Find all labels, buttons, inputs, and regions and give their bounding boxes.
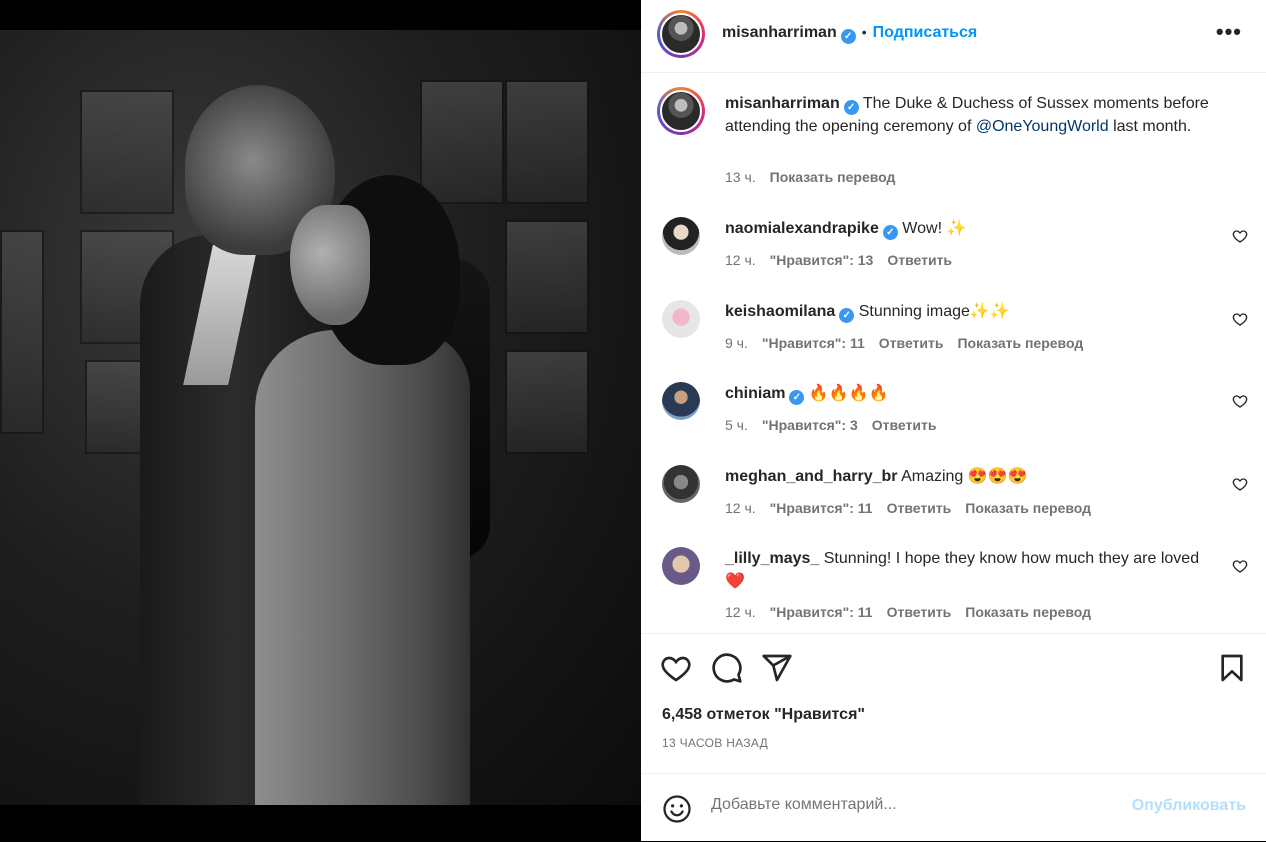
comment-like-icon[interactable] bbox=[1232, 228, 1248, 244]
publish-button[interactable]: Опубликовать bbox=[1132, 797, 1246, 815]
translate-link[interactable]: Показать перевод bbox=[965, 500, 1091, 516]
caption-time[interactable]: 13 ч. bbox=[725, 169, 756, 185]
reply-button[interactable]: Ответить bbox=[887, 604, 952, 620]
verified-badge-icon: ✓ bbox=[882, 225, 898, 240]
comment-text: Stunning image✨✨ bbox=[858, 303, 1010, 320]
comment-time[interactable]: 12 ч. bbox=[725, 252, 756, 268]
reply-button[interactable]: Ответить bbox=[872, 417, 937, 433]
comment-likes[interactable]: "Нравится": 13 bbox=[770, 252, 874, 268]
comment-time[interactable]: 9 ч. bbox=[725, 335, 748, 351]
comment-like-icon[interactable] bbox=[1232, 311, 1248, 327]
caption-text: misanharriman ✓ The Duke & Duchess of Sus… bbox=[725, 92, 1215, 138]
commenter-username[interactable]: chiniam bbox=[725, 385, 785, 402]
commenter-username[interactable]: meghan_and_harry_br bbox=[725, 468, 898, 485]
comment-like-icon[interactable] bbox=[1232, 558, 1248, 574]
verified-badge-icon: ✓ bbox=[789, 390, 805, 405]
like-icon[interactable] bbox=[660, 652, 692, 684]
reply-button[interactable]: Ответить bbox=[887, 500, 952, 516]
likes-count[interactable]: 6,458 отметок "Нравится" bbox=[662, 706, 865, 724]
comment-text: 🔥🔥🔥🔥 bbox=[808, 385, 889, 402]
translate-link[interactable]: Показать перевод bbox=[965, 604, 1091, 620]
commenter-avatar[interactable] bbox=[662, 217, 700, 255]
post-details-panel: misanharriman ✓ • Подписаться ••• misanharr… bbox=[641, 0, 1266, 841]
verified-badge-icon: ✓ bbox=[839, 308, 855, 323]
post-photo-image bbox=[0, 30, 641, 805]
post-timestamp[interactable]: 13 ЧАСОВ НАЗАД bbox=[662, 736, 768, 750]
separator-dot: • bbox=[861, 24, 867, 40]
verified-badge-icon: ✓ bbox=[840, 29, 856, 44]
comment-likes[interactable]: "Нравится": 11 bbox=[770, 500, 873, 516]
post-actions: 6,458 отметок "Нравится" 13 ЧАСОВ НАЗАД bbox=[641, 633, 1266, 774]
commenter-avatar[interactable] bbox=[662, 382, 700, 420]
post-header: misanharriman ✓ • Подписаться ••• bbox=[641, 0, 1266, 73]
reply-button[interactable]: Ответить bbox=[887, 252, 952, 268]
reply-button[interactable]: Ответить bbox=[879, 335, 944, 351]
comment-time[interactable]: 12 ч. bbox=[725, 604, 756, 620]
author-username[interactable]: misanharriman bbox=[722, 24, 837, 41]
caption-mention-link[interactable]: @OneYoungWorld bbox=[976, 118, 1109, 135]
share-icon[interactable] bbox=[761, 652, 793, 684]
comment-likes[interactable]: "Нравится": 11 bbox=[762, 335, 865, 351]
commenter-username[interactable]: keishaomilana bbox=[725, 303, 835, 320]
caption-body-end: last month. bbox=[1108, 118, 1192, 135]
verified-badge-icon: ✓ bbox=[843, 100, 859, 115]
caption-translate-link[interactable]: Показать перевод bbox=[770, 169, 896, 185]
translate-link[interactable]: Показать перевод bbox=[957, 335, 1083, 351]
commenter-username[interactable]: _lilly_mays_ bbox=[725, 550, 819, 567]
comment-composer: Опубликовать bbox=[641, 773, 1266, 842]
commenter-avatar[interactable] bbox=[662, 300, 700, 338]
emoji-icon[interactable] bbox=[662, 794, 692, 824]
comment-time[interactable]: 5 ч. bbox=[725, 417, 748, 433]
comments-list[interactable]: misanharriman ✓ The Duke & Duchess of Sus… bbox=[641, 73, 1266, 633]
post-photo[interactable] bbox=[0, 0, 641, 841]
commenter-avatar[interactable] bbox=[662, 547, 700, 585]
caption-author-avatar[interactable] bbox=[657, 87, 705, 135]
comment-likes[interactable]: "Нравится": 3 bbox=[762, 417, 858, 433]
comment-input[interactable] bbox=[711, 796, 1101, 814]
comment-like-icon[interactable] bbox=[1232, 393, 1248, 409]
comment-icon[interactable] bbox=[711, 652, 743, 684]
caption-author[interactable]: misanharriman bbox=[725, 95, 840, 112]
author-avatar[interactable] bbox=[657, 10, 705, 58]
comment-text: Wow! ✨ bbox=[902, 220, 967, 237]
comment-like-icon[interactable] bbox=[1232, 476, 1248, 492]
comment-time[interactable]: 12 ч. bbox=[725, 500, 756, 516]
comment-likes[interactable]: "Нравится": 11 bbox=[770, 604, 873, 620]
follow-button[interactable]: Подписаться bbox=[873, 24, 978, 41]
caption-meta: 13 ч. Показать перевод bbox=[725, 169, 909, 185]
commenter-username[interactable]: naomialexandrapike bbox=[725, 220, 879, 237]
more-options-icon[interactable]: ••• bbox=[1216, 19, 1242, 45]
comment-text: Amazing 😍😍😍 bbox=[901, 468, 1028, 485]
commenter-avatar[interactable] bbox=[662, 465, 700, 503]
save-icon[interactable] bbox=[1216, 652, 1248, 684]
